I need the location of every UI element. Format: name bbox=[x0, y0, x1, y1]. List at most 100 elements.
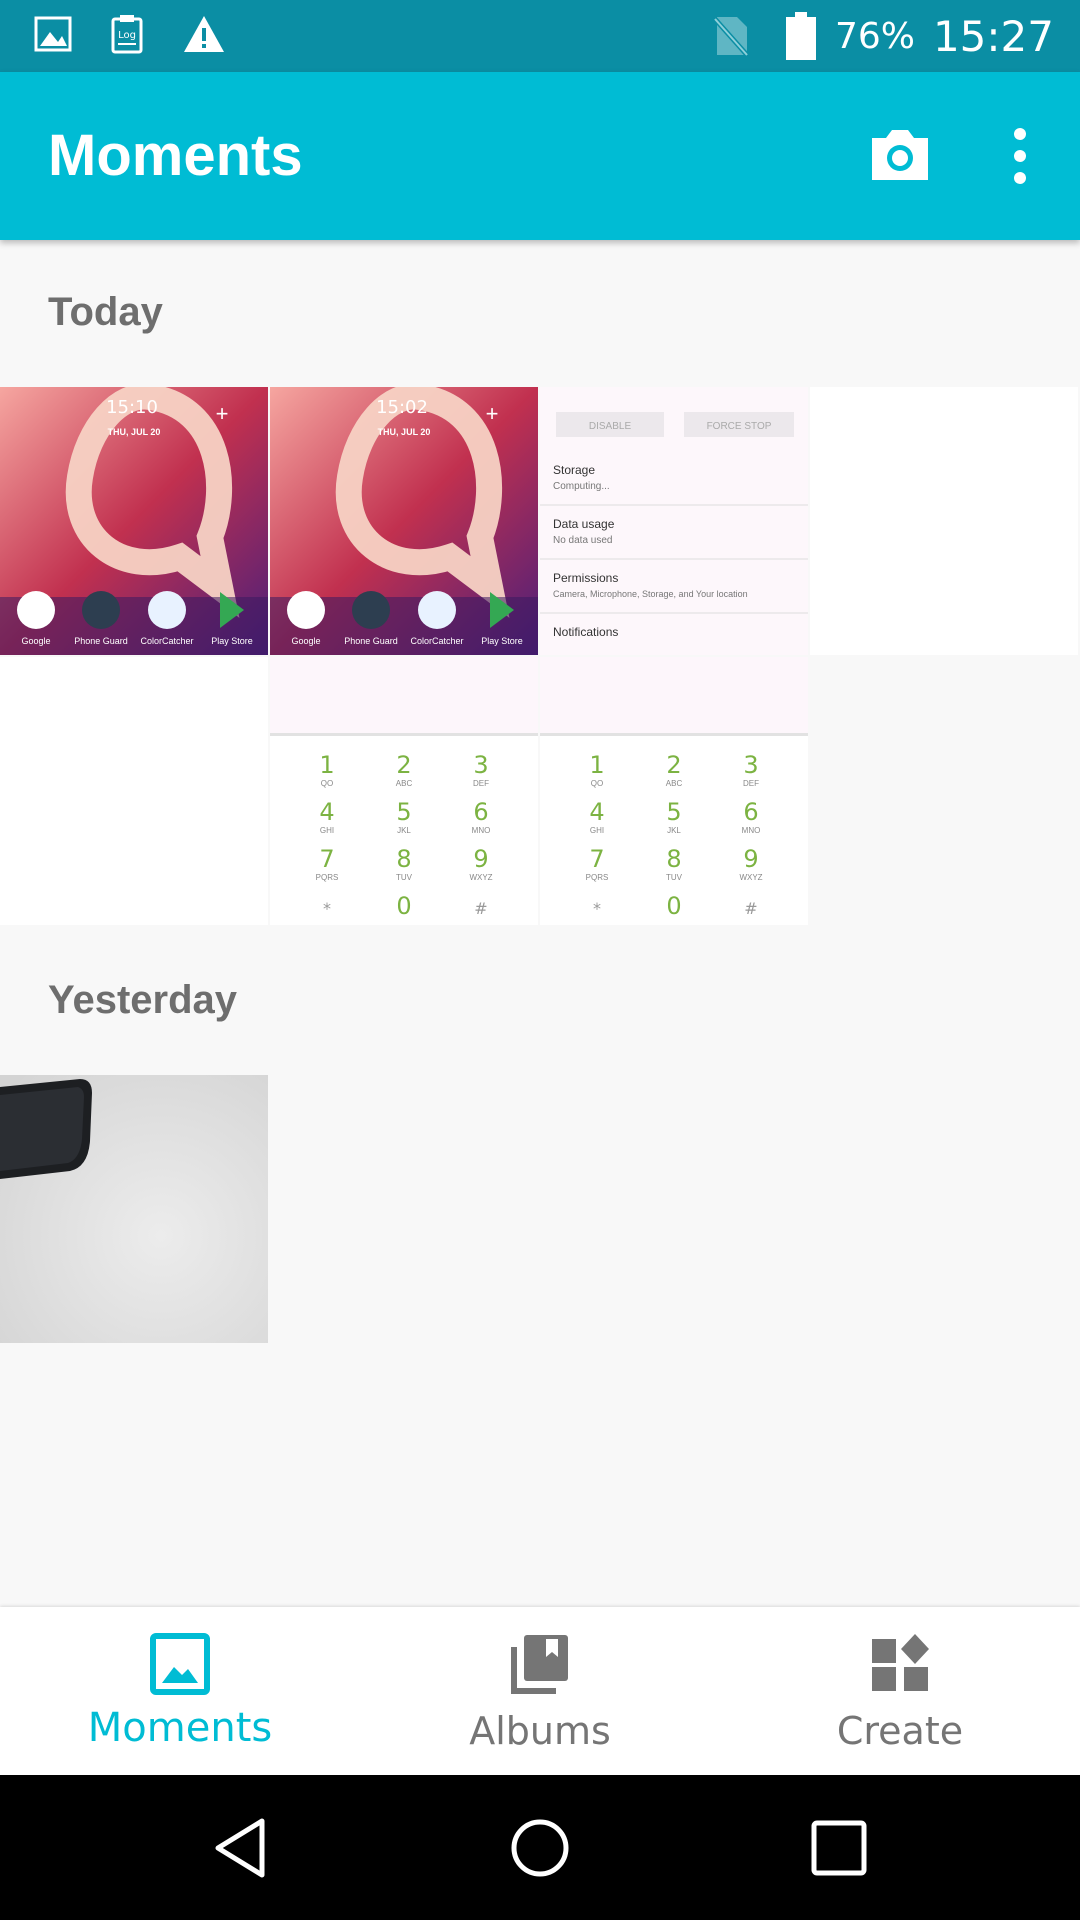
dialpad-letters: GHI bbox=[590, 826, 604, 835]
dialpad-letters: GHI bbox=[320, 826, 334, 835]
dialpad-digit: 2 bbox=[396, 751, 411, 779]
page-title: Moments bbox=[48, 123, 303, 188]
dialpad-digit: 1 bbox=[319, 751, 334, 779]
nav-item-moments[interactable]: Moments bbox=[0, 1607, 360, 1775]
dialpad: 1QO 2ABC 3DEF 4GHI 5JKL 6MNO 7PQRS 8TUV 9WXYZ * 0 # bbox=[540, 657, 808, 925]
dialpad-digit: # bbox=[744, 899, 757, 918]
dialpad-digit: 8 bbox=[666, 845, 681, 873]
photo-thumbnail[interactable]: 15:10 THU, JUL 20 + Google Phone Guard C… bbox=[0, 387, 268, 655]
dialpad-letters: ABC bbox=[666, 779, 683, 788]
dialpad-digit: 6 bbox=[743, 798, 758, 826]
app-label: Google bbox=[291, 636, 320, 646]
dialpad-digit: 7 bbox=[589, 845, 604, 873]
dialpad-letters: DEF bbox=[473, 779, 489, 788]
dialpad-digit: 0 bbox=[396, 892, 411, 920]
recents-icon[interactable] bbox=[806, 1815, 872, 1881]
no-sim-icon bbox=[713, 17, 749, 57]
app-label: ColorCatcher bbox=[410, 636, 463, 646]
dialpad-letters: QO bbox=[321, 779, 333, 788]
dialpad-letters: TUV bbox=[666, 873, 683, 882]
photo-thumbnail[interactable]: 1 QO 2 ABC 3 DEF 4 GHI 5 JKL 6 MNO 7 PQRS 8 TUV 9 WXYZ * 0 # bbox=[540, 657, 808, 925]
dialpad-digit: 2 bbox=[666, 751, 681, 779]
dialpad-digit: 3 bbox=[473, 751, 488, 779]
dialpad-digit: 8 bbox=[396, 845, 411, 873]
dialpad-letters: JKL bbox=[397, 826, 411, 835]
nav-item-albums[interactable]: Albums bbox=[360, 1607, 720, 1775]
home-icon[interactable] bbox=[507, 1815, 573, 1881]
dialpad-digit: 9 bbox=[473, 845, 488, 873]
dialpad-digit: * bbox=[323, 899, 331, 918]
create-icon bbox=[872, 1634, 929, 1691]
camera-icon[interactable] bbox=[868, 124, 932, 188]
notification-icons: Log bbox=[34, 14, 226, 54]
dialpad-letters: PQRS bbox=[586, 873, 609, 882]
dialpad-digit: # bbox=[474, 899, 487, 918]
image-notification-icon bbox=[34, 16, 72, 52]
thumbnail-clock: 15:10 bbox=[106, 397, 158, 418]
dialpad-digit: 5 bbox=[666, 798, 681, 826]
dialpad-digit: 4 bbox=[589, 798, 604, 826]
row-title: Permissions bbox=[553, 571, 618, 585]
dialpad-letters: QO bbox=[591, 779, 603, 788]
dialpad-letters: TUV bbox=[396, 873, 413, 882]
dialpad-digit: 7 bbox=[319, 845, 334, 873]
status-bar: Log 76% 15:27 bbox=[0, 0, 1080, 72]
dialpad-letters: MNO bbox=[742, 826, 761, 835]
disable-button-label: DISABLE bbox=[589, 421, 632, 432]
section-title-today: Today bbox=[48, 290, 163, 334]
thumbnail-clock: 15:02 bbox=[376, 397, 428, 418]
moments-icon bbox=[150, 1633, 210, 1695]
system-navigation-bar bbox=[0, 1775, 1080, 1920]
dialpad-digit: 6 bbox=[473, 798, 488, 826]
log-notification-icon: Log bbox=[111, 15, 143, 54]
nav-item-create[interactable]: Create bbox=[720, 1607, 1080, 1775]
battery-icon bbox=[785, 12, 816, 60]
row-title: Notifications bbox=[553, 625, 618, 639]
dialpad-digit: 1 bbox=[589, 751, 604, 779]
app-label: ColorCatcher bbox=[140, 636, 193, 646]
svg-text:+: + bbox=[216, 401, 229, 426]
dialpad-digit: * bbox=[593, 899, 601, 918]
thumbnail-date: THU, JUL 20 bbox=[378, 427, 431, 437]
back-icon[interactable] bbox=[208, 1815, 274, 1881]
photo-thumbnail[interactable]: DISABLE FORCE STOP Storage Computing... … bbox=[540, 387, 808, 655]
app-label: Phone Guard bbox=[344, 636, 398, 646]
dialpad-letters: PQRS bbox=[316, 873, 339, 882]
row-subtitle: Computing... bbox=[553, 481, 610, 492]
more-options-icon[interactable] bbox=[1000, 124, 1040, 188]
photo-thumbnail[interactable] bbox=[810, 387, 1078, 655]
svg-text:+: + bbox=[486, 401, 499, 426]
row-subtitle: Camera, Microphone, Storage, and Your lo… bbox=[553, 589, 748, 599]
dialpad-digit: 3 bbox=[743, 751, 758, 779]
albums-icon bbox=[511, 1635, 568, 1694]
photo-thumbnail[interactable] bbox=[0, 1075, 268, 1343]
dialpad-digit: 9 bbox=[743, 845, 758, 873]
photo-thumbnail[interactable]: 15:02 THU, JUL 20 + Google Phone Guard C… bbox=[270, 387, 538, 655]
photo-thumbnail[interactable] bbox=[0, 657, 268, 925]
warning-icon bbox=[184, 16, 224, 52]
dialpad: 1QO 2ABC 3DEF 4GHI 5JKL 6MNO 7PQRS 8TUV 9WXYZ * 0 # bbox=[270, 657, 538, 925]
status-indicators: 76% 15:27 bbox=[713, 0, 1054, 72]
battery-percent: 76% bbox=[834, 15, 915, 57]
row-subtitle: No data used bbox=[553, 535, 613, 546]
dialpad-letters: JKL bbox=[667, 826, 681, 835]
app-bar: Moments bbox=[0, 72, 1080, 240]
dialpad-letters: WXYZ bbox=[469, 873, 492, 882]
bottom-navigation: Moments Albums Create bbox=[0, 1607, 1080, 1775]
dialpad-digit: 0 bbox=[666, 892, 681, 920]
clock: 15:27 bbox=[932, 11, 1054, 61]
nav-label: Moments bbox=[87, 1705, 273, 1751]
dialpad-digit: 5 bbox=[396, 798, 411, 826]
row-title: Storage bbox=[553, 463, 595, 477]
nav-label: Albums bbox=[469, 1709, 611, 1753]
app-label: Phone Guard bbox=[74, 636, 128, 646]
dialpad-letters: WXYZ bbox=[739, 873, 762, 882]
dialpad-digit: 4 bbox=[319, 798, 334, 826]
dialpad-letters: MNO bbox=[472, 826, 491, 835]
thumbnail-date: THU, JUL 20 bbox=[108, 427, 161, 437]
photo-thumbnail[interactable]: 1 QO 2 ABC 3 DEF 4 GHI 5 JKL 6 MNO 7 PQRS 8 TUV 9 WXYZ * 0 # bbox=[270, 657, 538, 925]
app-label: Play Store bbox=[481, 636, 523, 646]
row-title: Data usage bbox=[553, 517, 615, 531]
app-label: Play Store bbox=[211, 636, 253, 646]
dialpad-letters: DEF bbox=[743, 779, 759, 788]
